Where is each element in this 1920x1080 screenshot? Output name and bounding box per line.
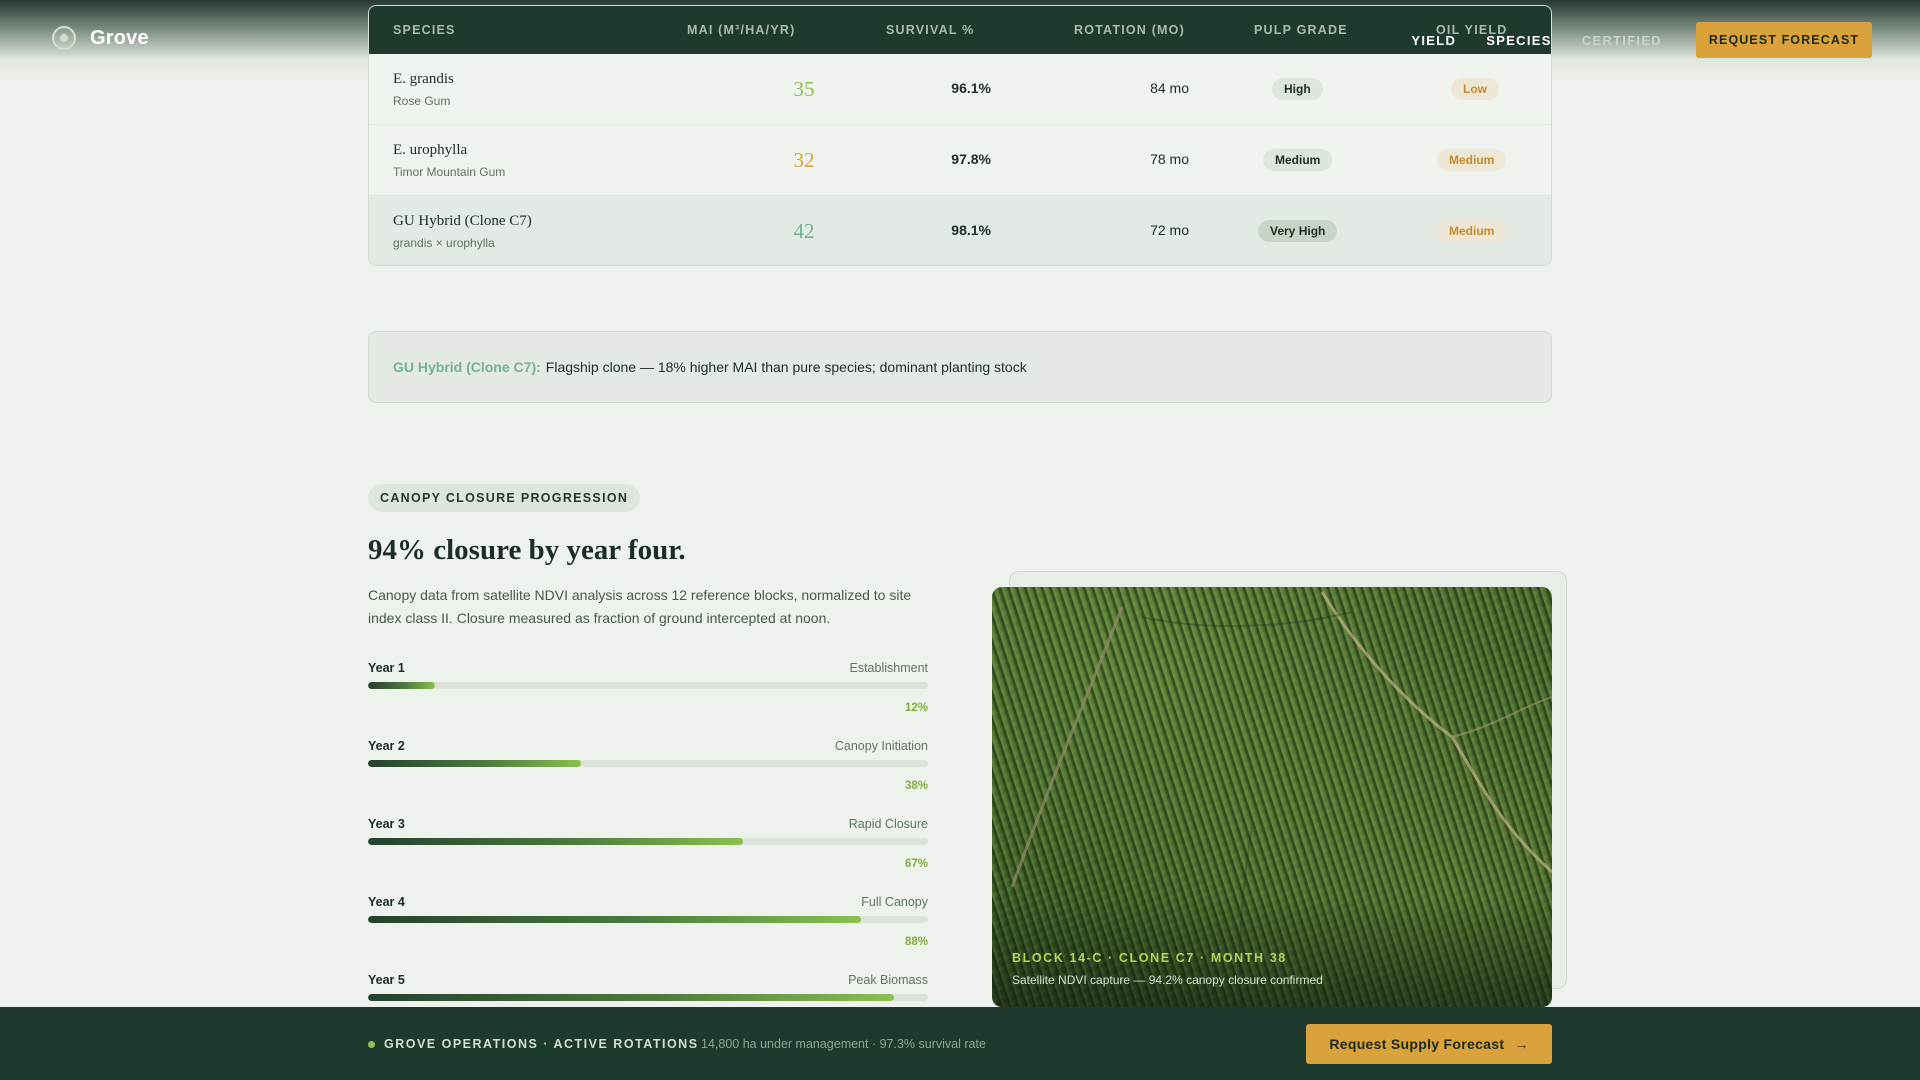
status-meta: 14,800 ha under management · 97.3% survi… bbox=[701, 1037, 986, 1051]
table-header: SPECIES MAI (M³/HA/YR) SURVIVAL % ROTATI… bbox=[369, 6, 1551, 54]
progress-year: Year 1 bbox=[368, 661, 405, 675]
mai-value: 32 bbox=[793, 148, 815, 172]
column-header-survival: SURVIVAL % bbox=[886, 23, 975, 37]
column-header-species: SPECIES bbox=[393, 23, 456, 37]
section-description: Canopy data from satellite NDVI analysis… bbox=[368, 587, 912, 626]
species-common-name: Rose Gum bbox=[393, 94, 451, 108]
progress-percent: 67% bbox=[904, 858, 928, 870]
progress-fill bbox=[368, 760, 581, 767]
species-common-name: grandis × urophylla bbox=[393, 236, 495, 250]
status-dot-icon bbox=[368, 1041, 375, 1048]
callout-body: Flagship clone — 18% higher MAI than pur… bbox=[545, 359, 1027, 375]
nav-item-yield[interactable]: YIELD bbox=[1411, 33, 1456, 48]
section-headline: 94% closure by year four. bbox=[368, 534, 686, 566]
table-row[interactable]: E. urophylla Timor Mountain Gum 32 97.8%… bbox=[369, 125, 1551, 196]
progress-track bbox=[368, 916, 928, 923]
mai-value: 35 bbox=[793, 77, 815, 101]
survival-value: 96.1% bbox=[951, 80, 991, 96]
rotation-value: 84 mo bbox=[1150, 80, 1189, 96]
progress-year: Year 5 bbox=[368, 973, 405, 987]
bottom-status-bar: GROVE OPERATIONS · ACTIVE ROTATIONS 14,8… bbox=[0, 1007, 1920, 1080]
progress-year: Year 4 bbox=[368, 895, 405, 909]
request-supply-forecast-button[interactable]: Request Supply Forecast → bbox=[1306, 1024, 1552, 1064]
button-label: Request Supply Forecast bbox=[1329, 1036, 1505, 1052]
main-nav: YIELD SPECIES CERTIFIED bbox=[1411, 33, 1662, 48]
request-forecast-button[interactable]: REQUEST FORECAST bbox=[1696, 22, 1872, 58]
photo-caption-title: BLOCK 14-C · CLONE C7 · MONTH 38 bbox=[1012, 951, 1287, 965]
progress-year: Year 2 bbox=[368, 739, 405, 753]
progress-stage: Rapid Closure bbox=[848, 817, 928, 831]
column-header-rotation: ROTATION (MO) bbox=[1074, 23, 1185, 37]
progress-year: Year 3 bbox=[368, 817, 405, 831]
survival-value: 97.8% bbox=[951, 151, 991, 167]
aerial-plantation-photo: BLOCK 14-C · CLONE C7 · MONTH 38 Satelli… bbox=[992, 587, 1552, 1007]
progress-stage: Establishment bbox=[849, 661, 928, 675]
nav-item-certified[interactable]: CERTIFIED bbox=[1582, 33, 1662, 48]
column-header-pulp-grade: PULP GRADE bbox=[1254, 23, 1348, 37]
status-title: GROVE OPERATIONS · ACTIVE ROTATIONS bbox=[384, 1037, 699, 1051]
table-row[interactable]: GU Hybrid (Clone C7) grandis × urophylla… bbox=[369, 196, 1551, 265]
rotation-value: 78 mo bbox=[1150, 151, 1189, 167]
species-common-name: Timor Mountain Gum bbox=[393, 165, 506, 179]
progress-fill bbox=[368, 838, 744, 845]
nav-item-species[interactable]: SPECIES bbox=[1486, 33, 1551, 48]
progress-track bbox=[368, 994, 928, 1001]
progress-fill bbox=[368, 682, 436, 689]
progress-percent: 38% bbox=[904, 780, 928, 792]
progress-percent: 88% bbox=[904, 936, 928, 948]
oil-yield-badge: Low bbox=[1451, 78, 1499, 100]
survival-value: 98.1% bbox=[951, 222, 991, 238]
progress-stage: Canopy Initiation bbox=[834, 739, 928, 753]
oil-yield-badge: Medium bbox=[1437, 220, 1507, 242]
pulp-grade-badge: Medium bbox=[1263, 149, 1333, 171]
species-name: GU Hybrid (Clone C7) bbox=[393, 213, 532, 229]
progress-stage: Full Canopy bbox=[861, 895, 928, 909]
arrow-right-icon: → bbox=[1514, 1036, 1529, 1052]
progress-percent: 12% bbox=[904, 702, 928, 714]
mai-value: 42 bbox=[793, 219, 815, 243]
progress-fill bbox=[368, 916, 861, 923]
brand[interactable]: Grove bbox=[52, 26, 149, 50]
oil-yield-badge: Medium bbox=[1437, 149, 1507, 171]
species-table: SPECIES MAI (M³/HA/YR) SURVIVAL % ROTATI… bbox=[368, 5, 1552, 266]
brand-name: Grove bbox=[90, 26, 149, 49]
grove-logo-icon bbox=[52, 26, 76, 50]
progress-stage: Peak Biomass bbox=[848, 973, 928, 987]
pulp-grade-badge: Very High bbox=[1258, 220, 1338, 242]
section-tag: CANOPY CLOSURE PROGRESSION bbox=[368, 484, 641, 512]
pulp-grade-badge: High bbox=[1272, 78, 1323, 100]
progress-fill bbox=[368, 994, 895, 1001]
progress-track bbox=[368, 838, 928, 845]
callout-lead: GU Hybrid (Clone C7): bbox=[393, 359, 541, 375]
species-name: E. urophylla bbox=[393, 142, 468, 158]
progress-track bbox=[368, 760, 928, 767]
progress-track bbox=[368, 682, 928, 689]
table-row[interactable]: E. grandis Rose Gum 35 96.1% 84 mo High … bbox=[369, 54, 1551, 125]
column-header-mai: MAI (M³/HA/YR) bbox=[687, 23, 796, 37]
hybrid-callout: GU Hybrid (Clone C7): Flagship clone — 1… bbox=[368, 331, 1552, 403]
rotation-value: 72 mo bbox=[1150, 222, 1189, 238]
photo-caption-subtitle: Satellite NDVI capture — 94.2% canopy cl… bbox=[1012, 973, 1323, 987]
species-name: E. grandis bbox=[393, 71, 454, 87]
